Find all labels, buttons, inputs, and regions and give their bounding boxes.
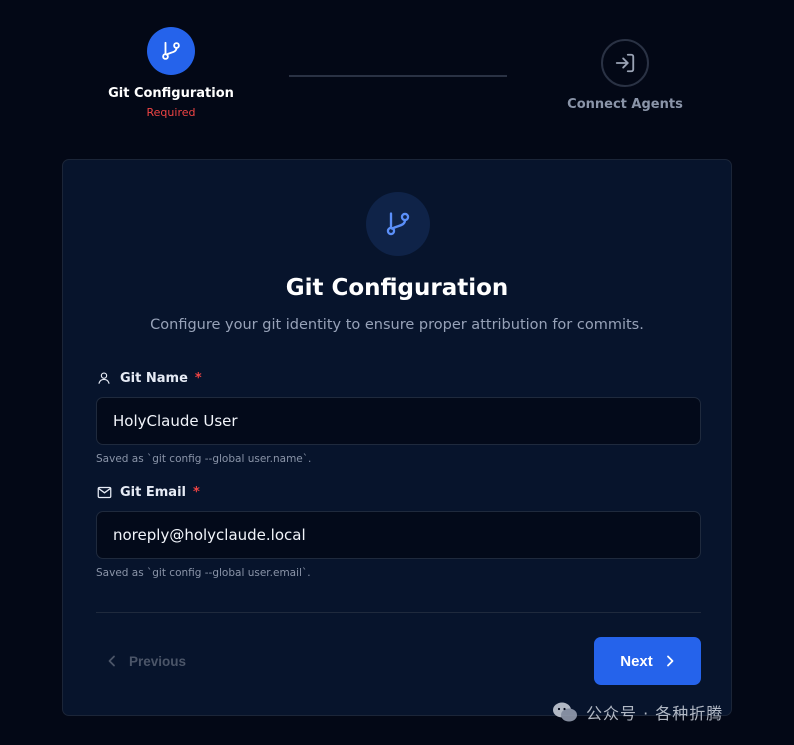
next-button-label: Next [620,652,653,670]
watermark: 公众号 · 各种折腾 [552,700,723,724]
step-2-circle [601,39,649,87]
step-connect-agents[interactable]: Connect Agents [525,0,725,112]
step-git-configuration[interactable]: Git Configuration Required [71,0,271,119]
onboarding-page: Git Configuration Required Connect Agent… [0,0,794,745]
git-name-hint: Saved as `git config --global user.name`… [96,453,312,465]
stepper-connector [289,75,507,77]
git-name-label: Git Name * [96,370,202,386]
card-title: Git Configuration [285,275,509,301]
chevron-right-icon [665,655,675,667]
git-configuration-card: Git Configuration Configure your git ide… [62,159,732,716]
card-icon-badge [366,192,430,256]
git-name-label-text: Git Name [120,370,188,386]
git-name-input[interactable] [96,397,701,445]
footer-divider [96,612,701,613]
wechat-icon [552,701,578,723]
step-2-title: Connect Agents [567,97,683,112]
git-branch-icon [386,212,410,236]
card-description: Configure your git identity to ensure pr… [150,317,644,333]
mail-icon [96,484,112,500]
next-button[interactable]: Next [594,637,701,685]
watermark-text: 公众号 · 各种折腾 [586,704,724,723]
previous-button[interactable]: Previous [107,647,186,675]
git-email-hint: Saved as `git config --global user.email… [96,567,311,579]
previous-button-label: Previous [129,653,187,669]
step-1-circle [147,27,195,75]
required-marker: * [194,370,202,386]
git-email-label-text: Git Email [120,484,186,500]
step-1-required-status: Required [146,106,196,119]
required-marker: * [192,484,200,500]
step-1-title: Git Configuration [108,86,234,101]
git-email-input[interactable] [96,511,701,559]
sign-in-icon [615,53,635,73]
git-branch-icon [162,41,180,60]
chevron-left-icon [107,655,117,667]
git-email-label: Git Email * [96,484,200,500]
user-icon [96,370,112,386]
